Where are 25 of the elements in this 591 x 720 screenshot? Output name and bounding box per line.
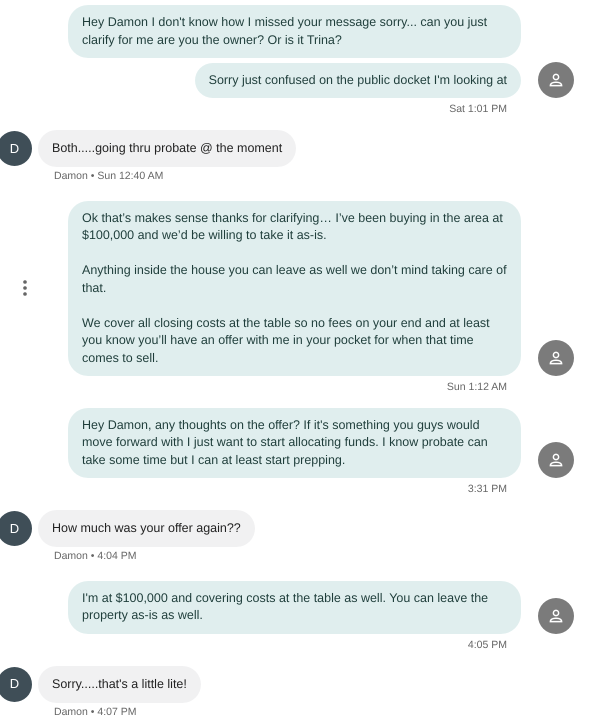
message-text: Sorry just confused on the public docket I'm looking at bbox=[208, 72, 507, 89]
message-text: Hey Damon I don't know how I missed your message sorry... can you just clarify for me are you the owner? Or is it Trina? bbox=[82, 14, 488, 49]
contact-avatar-icon bbox=[538, 62, 574, 98]
contact-avatar-icon bbox=[538, 598, 574, 634]
message-text: I'm at $100,000 and covering costs at the table as well. You can leave the property as-is as well. bbox=[82, 590, 490, 624]
more-options-icon[interactable] bbox=[23, 280, 27, 296]
sender-avatar: D bbox=[0, 130, 32, 166]
sender-timestamp: Damon • 4:04 PM bbox=[53, 549, 138, 564]
message-text: Anything inside the house you can leave as well we don’t mind taking care of that. bbox=[82, 262, 507, 296]
message-timestamp: Sat 1:01 PM bbox=[449, 102, 507, 117]
contact-avatar-icon bbox=[538, 340, 574, 376]
received-message-bubble: How much was your offer again?? bbox=[38, 510, 255, 547]
received-message-bubble: Both.....going thru probate @ the moment bbox=[38, 130, 296, 167]
message-timestamp: 4:05 PM bbox=[468, 638, 507, 653]
received-message-bubble: Sorry.....that's a little lite! bbox=[38, 666, 201, 702]
message-timestamp: Sun 1:12 AM bbox=[446, 380, 507, 395]
message-timestamp: 3:31 PM bbox=[468, 482, 507, 498]
sender-avatar: D bbox=[0, 666, 32, 702]
message-text: We cover all closing costs at the table so no fees on your end and at least you know you’ll have an offer with me in your pocket for when that time comes to sell. bbox=[82, 314, 491, 366]
sender-timestamp: Damon • Sun 12:40 AM bbox=[53, 168, 164, 184]
contact-avatar-icon bbox=[538, 442, 574, 478]
message-text: Ok that’s makes sense thanks for clarifying… I’ve been buying in the area at $100,000 and we’d be willing to take it as-is. bbox=[82, 210, 504, 244]
sender-timestamp: Damon • 4:07 PM bbox=[53, 704, 138, 720]
sender-avatar: D bbox=[0, 511, 32, 546]
message-text: Hey Damon, any thoughts on the offer? If it's something you guys would move forward with I just want to start allocating funds. I know probate can take some time but I can at least start prepping. bbox=[82, 416, 489, 469]
